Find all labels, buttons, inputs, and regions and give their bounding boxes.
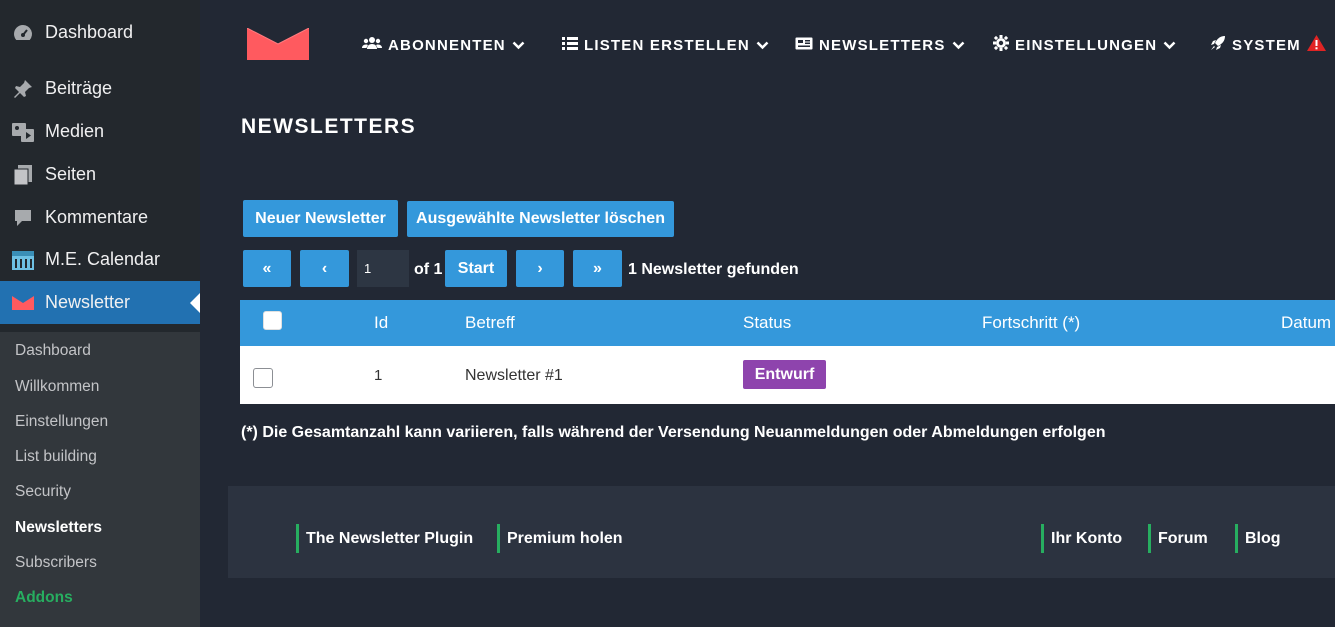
nav-einstellungen-label: EINSTELLUNGEN [1015,36,1158,54]
sidebar-item-label: Newsletter [45,292,131,312]
media-icon [0,121,45,143]
progress-footnote: (*) Die Gesamtanzahl kann variieren, fal… [241,424,1106,441]
sidebar-item-label: Medien [45,121,105,141]
nav-abonnenten-label: ABONNENTEN [388,36,506,54]
submenu-item-security[interactable]: Security [15,483,71,501]
users-icon [362,36,382,54]
plugin-footer: The Newsletter Plugin Premium holen Ihr … [228,486,1335,578]
first-page-button[interactable]: « [243,250,291,287]
submenu-item-einstellungen[interactable]: Einstellungen [15,413,108,431]
footer-link-forum[interactable]: Forum [1148,524,1208,553]
submenu-item-willkommen[interactable]: Willkommen [15,378,99,396]
sidebar-item-label: Dashboard [45,22,134,42]
admin-sidebar: Dashboard Beiträge Medien Seiten Komment… [0,0,200,627]
sidebar-item-me-calendar[interactable]: M.E. Calendar [0,238,200,281]
submenu-item-newsletters[interactable]: Newsletters [15,519,102,537]
chevron-down-icon [1163,37,1176,54]
sidebar-item-label: Beiträge [45,78,113,98]
start-button[interactable]: Start [445,250,507,287]
prev-page-button[interactable]: ‹ [300,250,349,287]
row-id: 1 [374,367,383,384]
submenu-item-dashboard[interactable]: Dashboard [15,342,91,360]
next-page-button[interactable]: › [516,250,564,287]
column-header-status[interactable]: Status [743,313,791,333]
newspaper-icon [795,37,813,54]
sidebar-item-label: M.E. Calendar [45,249,161,269]
sidebar-item-dashboard[interactable]: Dashboard [0,11,200,54]
footer-link-account[interactable]: Ihr Konto [1041,524,1122,553]
sidebar-item-beitraege[interactable]: Beiträge [0,67,200,110]
delete-selected-button[interactable]: Ausgewählte Newsletter löschen [407,201,674,237]
sidebar-item-label: Seiten [45,164,97,184]
column-header-datum[interactable]: Datum [1281,313,1331,333]
column-header-fortschritt[interactable]: Fortschritt (*) [982,313,1080,333]
dashboard-icon [0,23,45,43]
footer-link-plugin[interactable]: The Newsletter Plugin [296,524,473,553]
pages-icon [0,164,45,186]
row-subject[interactable]: Newsletter #1 [465,367,563,385]
page-number-input[interactable] [357,250,409,287]
chevron-down-icon [756,37,769,54]
rocket-icon [1210,35,1226,55]
nav-newsletters[interactable]: NEWSLETTERS [795,34,965,56]
last-page-button[interactable]: » [573,250,622,287]
submenu-item-addons[interactable]: Addons [15,589,73,607]
footer-link-premium[interactable]: Premium holen [497,524,623,553]
page-count-label: of 1 [414,261,443,278]
table-row[interactable]: 1 Newsletter #1 Entwurf [240,346,1335,404]
nav-listen-erstellen[interactable]: LISTEN ERSTELLEN [562,34,769,56]
calendar-icon [0,249,45,271]
page-title: NEWSLETTERS [241,115,417,138]
sidebar-item-medien[interactable]: Medien [0,110,200,153]
nav-listen-erstellen-label: LISTEN ERSTELLEN [584,36,750,54]
submenu-item-list-building[interactable]: List building [15,448,97,466]
submenu-item-subscribers[interactable]: Subscribers [15,554,97,572]
chevron-down-icon [952,37,965,54]
column-header-id[interactable]: Id [374,313,388,333]
gear-icon [993,35,1009,55]
column-header-betreff[interactable]: Betreff [465,313,515,333]
nav-system-label: SYSTEM [1232,36,1301,54]
nav-einstellungen[interactable]: EINSTELLUNGEN [993,34,1176,56]
sidebar-item-label: Kommentare [45,207,149,227]
newsletter-submenu: Dashboard Willkommen Einstellungen List … [0,332,200,627]
sidebar-item-seiten[interactable]: Seiten [0,153,200,196]
newsletter-logo[interactable] [246,27,310,65]
select-all-checkbox[interactable] [263,311,282,330]
newsletter-logo-icon [246,27,310,60]
footer-link-blog[interactable]: Blog [1235,524,1281,553]
table-header: Id Betreff Status Fortschritt (*) Datum [240,300,1335,346]
warning-icon [1306,35,1326,55]
nav-system[interactable]: SYSTEM [1210,34,1326,56]
nav-abonnenten[interactable]: ABONNENTEN [362,34,525,56]
sidebar-item-newsletter[interactable]: Newsletter [0,281,200,324]
comment-icon [0,208,45,228]
results-count: 1 Newsletter gefunden [628,261,799,278]
pin-icon [0,78,45,100]
list-icon [562,36,578,54]
status-badge: Entwurf [743,360,826,389]
row-checkbox[interactable] [253,368,273,388]
nav-newsletters-label: NEWSLETTERS [819,36,946,54]
sidebar-item-kommentare[interactable]: Kommentare [0,196,200,239]
new-newsletter-button[interactable]: Neuer Newsletter [243,200,398,237]
newsletter-icon [0,295,45,311]
chevron-down-icon [512,37,525,54]
